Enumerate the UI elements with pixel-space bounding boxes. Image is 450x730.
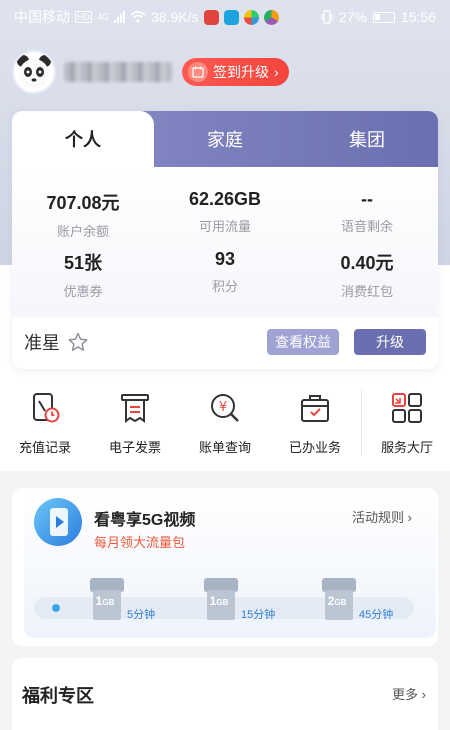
stat-coupons[interactable]: 51张 优惠券 (12, 249, 154, 300)
signal-icon (114, 11, 126, 23)
stat-value: 0.40元 (340, 253, 394, 273)
stat-voice[interactable]: -- 语音剩余 (296, 189, 438, 235)
gift-milestone-2[interactable]: 1GB 15分钟 (204, 578, 275, 621)
more-label: 更多 (392, 687, 419, 702)
app-notification-icon (243, 9, 259, 25)
chevron-right-icon: › (421, 687, 426, 702)
welfare-title: 福利专区 (22, 686, 94, 706)
quick-action-label: 账单查询 (198, 440, 251, 455)
quick-action-invoice[interactable]: 电子发票 (90, 391, 180, 456)
avatar[interactable] (12, 50, 56, 94)
stat-label: 消费红包 (340, 284, 393, 299)
user-name-redacted (64, 62, 172, 82)
carrier-name: 中国移动 (14, 9, 70, 25)
quick-action-bill-query[interactable]: ¥ 账单查询 (180, 391, 270, 456)
star-outline-icon (68, 332, 88, 351)
quick-actions: 充值记录 电子发票 ¥ 账单查询 已办业务 服务大厅 (0, 381, 450, 471)
stat-balance[interactable]: 707.08元 账户余额 (12, 189, 154, 240)
stat-value: 707.08元 (46, 193, 120, 213)
vibrate-icon (321, 10, 333, 24)
signin-upgrade-button[interactable]: 签到升级 › (182, 58, 289, 86)
gift-minutes: 45分钟 (359, 609, 394, 621)
svg-text:¥: ¥ (219, 400, 227, 415)
battery-percent: 27% (338, 9, 367, 25)
quick-action-handled-business[interactable]: 已办业务 (270, 391, 360, 456)
video-app-icon (34, 498, 82, 546)
battery-icon (372, 11, 395, 23)
view-rights-button[interactable]: 查看权益 (267, 329, 339, 355)
service-hall-icon (392, 393, 422, 423)
level-name: 准星 (24, 333, 60, 353)
account-tabs: 个人 家庭 集团 (12, 111, 438, 167)
invoice-icon (121, 394, 149, 423)
account-card: 个人 家庭 集团 707.08元 账户余额 62.26GB 可用流量 -- 语音… (12, 111, 438, 369)
network-speed: 38.9K/s (151, 9, 199, 25)
handled-business-icon (301, 395, 329, 422)
quick-action-label: 服务大厅 (380, 440, 433, 455)
quick-action-label: 充值记录 (18, 440, 71, 455)
quick-action-label: 电子发票 (108, 440, 161, 455)
app-notification-icon (203, 9, 219, 25)
progress-indicator (52, 604, 60, 612)
bill-query-icon: ¥ (211, 394, 239, 422)
panda-avatar-icon (17, 55, 51, 89)
welfare-section: 福利专区 更多 › (12, 658, 438, 730)
chevron-right-icon: › (274, 64, 279, 80)
promo-title: 看粤享5G视频 (94, 512, 196, 529)
stat-label: 积分 (211, 279, 238, 294)
stat-label: 账户余额 (56, 224, 109, 239)
stat-label: 可用流量 (198, 219, 251, 234)
gift-unit: GB (102, 598, 115, 607)
member-level: 准星 (24, 329, 88, 355)
stat-value: -- (361, 189, 373, 209)
recharge-record-icon (33, 393, 60, 423)
gift-minutes: 5分钟 (127, 609, 156, 621)
network-type: 4G (97, 12, 110, 22)
chevron-right-icon: › (407, 510, 412, 525)
account-stats: 707.08元 账户余额 62.26GB 可用流量 -- 语音剩余 51张 优惠… (12, 167, 438, 317)
hd-badge: HD (75, 11, 92, 23)
gift-milestone-3[interactable]: 2GB 45分钟 (322, 578, 393, 621)
app-notification-icon (223, 9, 239, 25)
signin-label: 签到升级 (213, 64, 269, 80)
gift-unit: GB (334, 598, 347, 607)
stat-label: 优惠券 (63, 284, 103, 299)
tab-family[interactable]: 家庭 (154, 111, 296, 167)
promo-subtitle: 每月领大流量包 (94, 535, 186, 550)
stat-label: 语音剩余 (340, 219, 393, 234)
gift-milestone-1[interactable]: 1GB 5分钟 (90, 578, 155, 621)
quick-action-label: 已办业务 (288, 440, 341, 455)
stat-data[interactable]: 62.26GB 可用流量 (154, 189, 296, 235)
tab-group[interactable]: 集团 (296, 111, 438, 167)
quick-action-service-hall[interactable]: 服务大厅 (362, 391, 450, 456)
gift-unit: GB (216, 598, 229, 607)
tab-personal[interactable]: 个人 (12, 111, 154, 167)
calendar-icon (188, 62, 208, 82)
activity-rules-link[interactable]: 活动规则 › (352, 507, 412, 526)
app-notification-icon (263, 9, 279, 25)
stat-value: 51张 (63, 253, 103, 273)
clock: 15:56 (400, 9, 436, 25)
stat-points[interactable]: 93 积分 (154, 249, 296, 295)
quick-action-recharge-record[interactable]: 充值记录 (0, 391, 90, 456)
status-bar: 中国移动 HD 4G 38.9K/s 27% 15:56 (0, 0, 450, 34)
gift-minutes: 15分钟 (241, 609, 276, 621)
stat-red-packet[interactable]: 0.40元 消费红包 (296, 249, 438, 300)
welfare-more-link[interactable]: 更多 › (392, 684, 426, 703)
stat-value: 93 (214, 249, 236, 269)
upgrade-button[interactable]: 升级 (354, 329, 426, 355)
rules-label: 活动规则 (352, 510, 405, 525)
video-promo-card[interactable]: 看粤享5G视频 每月领大流量包 活动规则 › (12, 488, 438, 646)
stat-value: 62.26GB (188, 189, 262, 209)
wifi-icon (130, 11, 146, 23)
